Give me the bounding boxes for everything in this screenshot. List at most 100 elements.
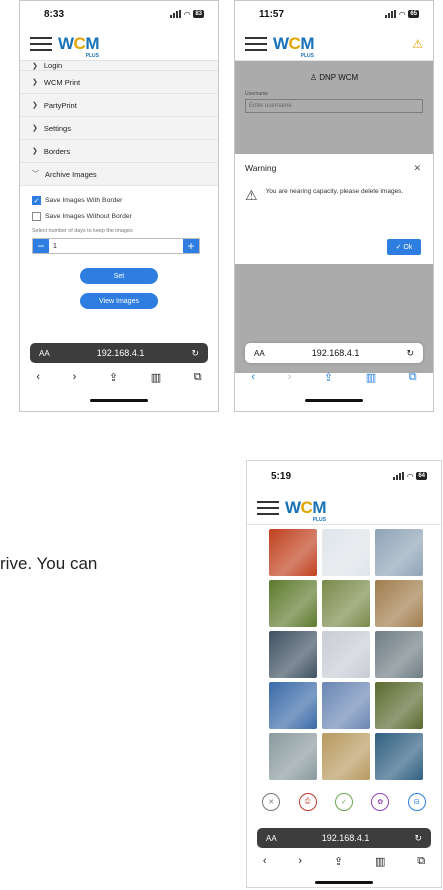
forward-icon[interactable]: › (288, 371, 292, 383)
battery-icon: 65 (408, 10, 419, 18)
reload-icon[interactable]: ↻ (191, 348, 199, 359)
bookmarks-icon[interactable]: ▥ (375, 855, 385, 868)
reload-icon[interactable]: ↻ (414, 833, 422, 844)
image-thumbnail[interactable] (269, 733, 317, 780)
share-icon[interactable]: ⇪ (324, 371, 333, 384)
menu-item-archive-images[interactable]: ﹀ Archive Images (20, 163, 218, 186)
url-text[interactable]: 192.168.4.1 (322, 833, 370, 843)
text-size-button[interactable]: AA (266, 834, 277, 843)
hamburger-menu-icon[interactable] (245, 36, 267, 51)
chevron-right-icon: ❯ (32, 125, 38, 132)
menu-item-wcm-print[interactable]: ❯ WCM Print (20, 71, 218, 94)
share-icon[interactable]: ⇪ (334, 855, 343, 868)
image-thumbnail[interactable] (322, 631, 370, 678)
party-print-icon[interactable]: ✿ (371, 793, 390, 811)
print-icon[interactable]: ⎙ (298, 793, 317, 811)
save-with-border-label: Save Images With Border (45, 197, 123, 204)
back-icon[interactable]: ‹ (263, 855, 267, 867)
menu-item-login[interactable]: ❯ Login (20, 61, 218, 71)
image-thumbnail[interactable] (269, 682, 317, 729)
home-indicator (315, 881, 373, 884)
ok-button[interactable]: ✓ Ok (387, 239, 421, 255)
safari-address-bar[interactable]: AA 192.168.4.1 ↻ (245, 343, 423, 363)
image-thumbnail[interactable] (322, 580, 370, 627)
select-days-label: Select number of days to keep the images (32, 228, 133, 234)
safari-address-bar[interactable]: AA 192.168.4.1 ↻ (257, 828, 431, 848)
safari-toolbar: ‹ › ⇪ ▥ ⧉ (235, 367, 433, 387)
image-thumbnail[interactable] (322, 733, 370, 780)
hamburger-menu-icon[interactable] (30, 36, 52, 51)
settings-menu: ❯ Login ❯ WCM Print ❯ PartyPrint ❯ Setti… (20, 61, 218, 186)
image-thumbnail[interactable] (322, 682, 370, 729)
status-icons: ◠ 64 (393, 472, 427, 481)
menu-item-partyprint[interactable]: ❯ PartyPrint (20, 94, 218, 117)
status-icons: ◠ 65 (385, 10, 419, 19)
reload-icon[interactable]: ↻ (406, 348, 414, 359)
hamburger-menu-icon[interactable] (257, 500, 279, 515)
menu-item-label: Borders (43, 146, 71, 156)
tabs-icon[interactable]: ⧉ (409, 371, 417, 384)
warning-modal: Warning ✕ ⚠ You are nearing capacity, pl… (235, 154, 433, 264)
action-icon-row: ✕ ⎙ ✓ ✿ ⊟ (247, 793, 441, 811)
save-without-border-row[interactable]: Save Images Without Border (32, 212, 206, 221)
view-images-button[interactable]: View Images (80, 293, 158, 309)
bookmarks-icon[interactable]: ▥ (366, 371, 376, 384)
increment-button[interactable]: + (183, 239, 199, 253)
image-thumbnail[interactable] (375, 580, 423, 627)
check-icon: ✓ (395, 244, 404, 251)
home-indicator (305, 399, 363, 402)
bookmarks-icon[interactable]: ▥ (151, 371, 161, 384)
forward-icon[interactable]: › (73, 371, 77, 383)
image-thumbnail[interactable] (269, 580, 317, 627)
signal-icon (170, 10, 182, 18)
wcm-plus-logo: WCM PLUS (285, 497, 326, 523)
warning-icon[interactable]: ⚠ (412, 37, 423, 51)
tabs-icon[interactable]: ⧉ (194, 371, 202, 384)
forward-icon[interactable]: › (298, 855, 302, 867)
decrement-button[interactable]: − (33, 239, 49, 253)
save-without-border-label: Save Images Without Border (45, 213, 132, 220)
back-icon[interactable]: ‹ (36, 371, 40, 383)
status-time: 5:19 (271, 470, 292, 482)
close-icon[interactable]: ✕ (262, 793, 281, 811)
menu-item-settings[interactable]: ❯ Settings (20, 117, 218, 140)
save-without-border-checkbox[interactable] (32, 212, 41, 221)
image-thumbnail[interactable] (322, 529, 370, 576)
days-stepper[interactable]: − 1 + (32, 238, 200, 254)
phone-screenshot-warning: 11:57 ◠ 65 WCM PLUS ⚠ ♙ DNP WCM Username… (234, 0, 434, 412)
tabs-icon[interactable]: ⧉ (417, 855, 425, 868)
image-thumbnail[interactable] (269, 529, 317, 576)
menu-item-label: Archive Images (45, 169, 97, 179)
close-icon[interactable]: ✕ (413, 163, 421, 174)
chevron-right-icon: ❯ (32, 63, 38, 70)
status-icons: ◠ 83 (170, 10, 204, 19)
wifi-icon: ◠ (184, 9, 191, 19)
image-thumbnail[interactable] (375, 682, 423, 729)
image-thumbnail[interactable] (269, 631, 317, 678)
days-value-input[interactable]: 1 (49, 239, 183, 253)
text-size-button[interactable]: AA (254, 349, 265, 358)
archive-icon[interactable]: ⊟ (407, 793, 426, 811)
image-thumbnail[interactable] (375, 631, 423, 678)
set-button[interactable]: Set (80, 268, 158, 284)
save-with-border-row[interactable]: ✓ Save Images With Border (32, 196, 206, 205)
image-thumbnail[interactable] (375, 733, 423, 780)
text-size-button[interactable]: AA (39, 349, 50, 358)
menu-item-label: WCM Print (43, 77, 81, 87)
safari-address-bar[interactable]: AA 192.168.4.1 ↻ (30, 343, 208, 363)
menu-item-borders[interactable]: ❯ Borders (20, 140, 218, 163)
battery-icon: 83 (193, 10, 204, 18)
wifi-icon: ◠ (407, 471, 414, 481)
share-icon[interactable]: ⇪ (109, 371, 118, 384)
wcm-plus-logo: WCM PLUS (58, 33, 99, 59)
url-text[interactable]: 192.168.4.1 (312, 348, 360, 358)
chevron-down-icon: ﹀ (32, 171, 39, 178)
save-with-border-checkbox[interactable]: ✓ (32, 196, 41, 205)
check-icon[interactable]: ✓ (334, 793, 353, 811)
image-thumbnail[interactable] (375, 529, 423, 576)
signal-icon (393, 472, 405, 480)
back-icon[interactable]: ‹ (251, 371, 255, 383)
phone-screenshot-gallery: 5:19 ◠ 64 WCM PLUS ✕ ⎙ ✓ ✿ ⊟ AA 192.168.4.1 … (246, 460, 442, 888)
url-text[interactable]: 192.168.4.1 (97, 348, 145, 358)
menu-item-label: Settings (43, 123, 71, 133)
